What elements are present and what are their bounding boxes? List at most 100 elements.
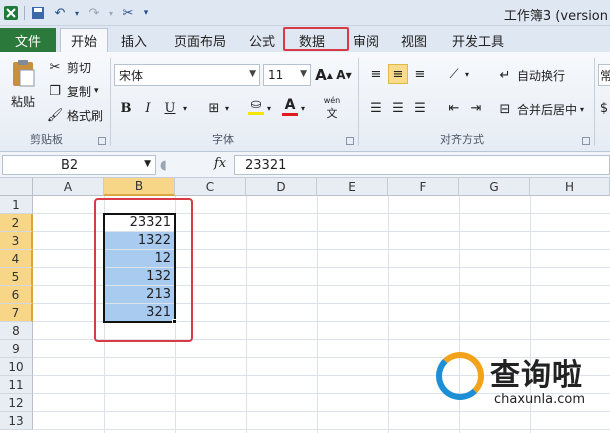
- orientation-icon[interactable]: ⟋: [444, 64, 464, 84]
- row-header-11[interactable]: 11: [0, 376, 33, 394]
- row-header-7[interactable]: 7: [0, 304, 33, 322]
- shrink-font-button[interactable]: A ▼: [334, 65, 354, 85]
- title-bar: ↶ ▾ ↷ ▾ ✂ ▾ 工作簿3 (version: [0, 0, 610, 26]
- undo-dropdown-icon[interactable]: ▾: [73, 4, 81, 22]
- watermark: 查询啦 chaxunla.com: [436, 352, 608, 416]
- merge-center-button[interactable]: ⊟ 合并后居中 ▾: [496, 100, 584, 118]
- name-box[interactable]: B2 ▼: [2, 155, 156, 175]
- column-header-a[interactable]: A: [33, 178, 104, 196]
- accounting-format-icon[interactable]: $: [598, 98, 610, 118]
- undo-icon[interactable]: ↶: [51, 4, 69, 22]
- merge-icon: ⊟: [499, 101, 511, 117]
- column-header-h[interactable]: H: [530, 178, 610, 196]
- borders-dropdown-icon[interactable]: ▾: [222, 98, 232, 118]
- font-color-label: A: [284, 96, 296, 113]
- grow-font-button[interactable]: A ▲: [314, 65, 334, 85]
- select-all-button[interactable]: [0, 178, 33, 196]
- save-icon[interactable]: [29, 4, 47, 22]
- paste-button[interactable]: 粘贴: [6, 58, 40, 110]
- redo-dropdown-icon[interactable]: ▾: [107, 4, 115, 22]
- fill-dropdown-icon[interactable]: ▾: [264, 98, 274, 118]
- column-header-e[interactable]: E: [317, 178, 388, 196]
- font-size-combo[interactable]: 11 ▼: [263, 64, 311, 86]
- align-top-icon[interactable]: ≡: [366, 64, 386, 84]
- alignment-launcher-icon[interactable]: [582, 137, 590, 145]
- row-header-9[interactable]: 9: [0, 340, 33, 358]
- row-header-1[interactable]: 1: [0, 196, 33, 214]
- clipboard-group-label: 剪贴板: [30, 133, 63, 146]
- tab-review[interactable]: 审阅: [346, 28, 386, 52]
- name-box-value: B2: [61, 157, 79, 173]
- align-right-icon[interactable]: ☰: [410, 98, 430, 118]
- alignment-group-label: 对齐方式: [440, 133, 484, 146]
- tab-developer[interactable]: 开发工具: [448, 28, 508, 52]
- column-header-g[interactable]: G: [459, 178, 530, 196]
- copy-icon: ❐: [49, 83, 61, 99]
- excel-logo-icon: [2, 4, 20, 22]
- tab-formulas[interactable]: 公式: [240, 28, 284, 52]
- font-name-combo[interactable]: 宋体 ▼: [114, 64, 260, 86]
- align-center-icon[interactable]: ☰: [388, 98, 408, 118]
- row-header-6[interactable]: 6: [0, 286, 33, 304]
- font-color-dropdown-icon[interactable]: ▾: [298, 98, 308, 118]
- bold-button[interactable]: B: [116, 98, 136, 118]
- row-header-8[interactable]: 8: [0, 322, 33, 340]
- column-header-d[interactable]: D: [246, 178, 317, 196]
- row-header-2[interactable]: 2: [0, 214, 33, 232]
- tab-home[interactable]: 开始: [60, 28, 108, 52]
- underline-dropdown-icon[interactable]: ▾: [180, 98, 190, 118]
- ribbon-home: 粘贴 ✂ 剪切 ❐ 复制 ▾ 🖌 格式刷 剪贴板 宋体 ▼ 11 ▼ A ▲ A ▼…: [0, 52, 610, 152]
- redo-icon[interactable]: ↷: [85, 4, 103, 22]
- row-header-3[interactable]: 3: [0, 232, 33, 250]
- tools-icon[interactable]: ✂: [119, 4, 137, 22]
- copy-button[interactable]: ❐ 复制 ▾: [46, 82, 99, 100]
- row-header-12[interactable]: 12: [0, 394, 33, 412]
- italic-button[interactable]: I: [138, 98, 158, 118]
- insert-function-icon[interactable]: fx: [214, 156, 226, 171]
- orientation-dropdown-icon[interactable]: ▾: [462, 64, 472, 84]
- column-header-f[interactable]: F: [388, 178, 459, 196]
- number-format-value: 常: [600, 68, 610, 83]
- align-bottom-icon[interactable]: ≡: [410, 64, 430, 84]
- clipboard-launcher-icon[interactable]: [98, 137, 106, 145]
- tab-file[interactable]: 文件: [0, 28, 56, 52]
- column-header-b[interactable]: B: [104, 178, 175, 196]
- row-header-10[interactable]: 10: [0, 358, 33, 376]
- increase-indent-icon[interactable]: ⇥: [466, 98, 486, 118]
- column-header-c[interactable]: C: [175, 178, 246, 196]
- shrink-font-label: A: [336, 68, 346, 82]
- tab-insert[interactable]: 插入: [112, 28, 156, 52]
- borders-icon[interactable]: ⊞: [204, 98, 224, 118]
- tab-page-layout[interactable]: 页面布局: [166, 28, 234, 52]
- formula-input[interactable]: 23321: [234, 155, 610, 175]
- resize-handle-icon[interactable]: ◖: [160, 158, 167, 173]
- merge-dropdown-icon[interactable]: ▾: [580, 105, 584, 114]
- merge-center-label: 合并后居中: [517, 102, 578, 117]
- selection-highlight-box: [94, 198, 193, 342]
- phonetic-button[interactable]: wén 文: [318, 96, 346, 120]
- row-header-4[interactable]: 4: [0, 250, 33, 268]
- format-painter-button[interactable]: 🖌 格式刷: [46, 106, 103, 124]
- watermark-brand: 查询啦: [490, 358, 583, 393]
- wrap-text-button[interactable]: ↵ 自动换行: [496, 66, 565, 84]
- font-launcher-icon[interactable]: [346, 137, 354, 145]
- fill-color-button[interactable]: ⛀: [246, 96, 266, 116]
- group-separator: [594, 58, 595, 146]
- row-header-5[interactable]: 5: [0, 268, 33, 286]
- chevron-down-icon: ▼: [249, 69, 256, 79]
- row-header-13[interactable]: 13: [0, 412, 33, 430]
- watermark-domain: chaxunla.com: [494, 392, 585, 407]
- group-separator: [110, 58, 111, 146]
- font-color-button[interactable]: A: [280, 96, 300, 116]
- font-size-value: 11: [268, 68, 284, 82]
- decrease-indent-icon[interactable]: ⇤: [444, 98, 464, 118]
- customize-qat-icon[interactable]: ▾: [141, 4, 151, 22]
- tab-view[interactable]: 视图: [396, 28, 432, 52]
- copy-label: 复制: [67, 84, 92, 99]
- copy-dropdown-icon[interactable]: ▾: [94, 86, 99, 96]
- cut-button[interactable]: ✂ 剪切: [46, 58, 91, 76]
- number-format-combo[interactable]: 常: [598, 64, 610, 86]
- align-middle-icon[interactable]: ≡: [388, 64, 408, 84]
- underline-button[interactable]: U: [160, 98, 180, 118]
- align-left-icon[interactable]: ☰: [366, 98, 386, 118]
